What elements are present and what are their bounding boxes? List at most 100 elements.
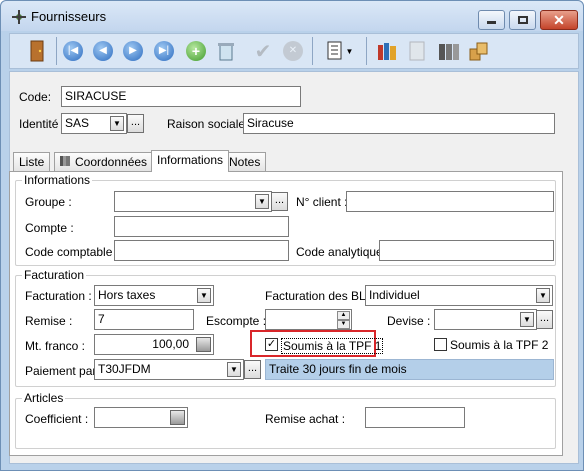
validate-button[interactable]: ✔ xyxy=(250,38,276,64)
chevron-down-icon[interactable]: ▼ xyxy=(536,288,550,303)
maximize-button[interactable] xyxy=(509,10,536,30)
identite-value: SAS xyxy=(65,116,90,130)
tab-label: Liste xyxy=(19,155,45,169)
toolbar: |◀ ◀ ▶ ▶| + ✔ ✕ ▼ xyxy=(9,33,579,69)
code-comptable-label: Code comptable : xyxy=(25,245,120,259)
app-icon xyxy=(12,10,26,24)
chevron-down-icon[interactable]: ▼ xyxy=(227,362,241,377)
remise-achat-field[interactable] xyxy=(365,407,465,428)
window: Fournisseurs ✕ |◀ ◀ ▶ ▶| + ✔ ✕ ▼ Code: S… xyxy=(0,0,584,471)
escompte-label: Escompte : xyxy=(206,314,267,328)
door-icon xyxy=(30,40,44,62)
spin-up-icon[interactable]: ▲ xyxy=(337,311,350,320)
facturation-group-label: Facturation xyxy=(22,268,87,282)
groupe-select[interactable]: ▼ xyxy=(114,191,272,212)
tpf1-checkbox[interactable]: ✓ xyxy=(265,338,278,351)
compte-label: Compte : xyxy=(25,221,74,235)
articles-group-label: Articles xyxy=(22,391,66,405)
code-label: Code: xyxy=(19,90,52,104)
folders-button[interactable] xyxy=(436,38,462,64)
tab-label: Coordonnées xyxy=(75,155,148,169)
tab-liste[interactable]: Liste xyxy=(13,152,51,171)
code-field[interactable]: SIRACUSE xyxy=(61,86,301,107)
books-button[interactable] xyxy=(374,38,400,64)
facturation-bl-select[interactable]: Individuel ▼ xyxy=(365,285,553,306)
facturation-bl-value: Individuel xyxy=(369,288,420,302)
folders-icon xyxy=(439,44,459,60)
identite-label: Identité : xyxy=(19,117,66,131)
nclient-field[interactable] xyxy=(346,191,554,212)
boxes-button[interactable] xyxy=(466,38,492,64)
document-button[interactable] xyxy=(404,38,430,64)
maximize-icon xyxy=(517,16,528,24)
title-bar: Fournisseurs ✕ xyxy=(1,1,583,31)
calculator-icon[interactable] xyxy=(170,410,185,425)
calculator-icon[interactable] xyxy=(196,337,211,352)
raison-sociale-label: Raison sociale : xyxy=(167,117,252,131)
minimize-icon xyxy=(487,21,496,24)
tab-label: Informations xyxy=(157,153,224,167)
devise-lookup-button[interactable]: ... xyxy=(536,310,553,329)
groupe-label: Groupe : xyxy=(25,195,72,209)
paiement-label: Paiement par : xyxy=(25,364,104,378)
facturation-select[interactable]: Hors taxes ▼ xyxy=(94,285,214,306)
facturation-value: Hors taxes xyxy=(98,288,156,302)
add-record-button[interactable]: + xyxy=(183,38,209,64)
cancel-button[interactable]: ✕ xyxy=(280,38,306,64)
mt-franco-value: 100,00 xyxy=(152,337,189,351)
code-analytique-field[interactable] xyxy=(379,240,554,261)
compte-field[interactable] xyxy=(114,216,289,237)
first-record-button[interactable]: |◀ xyxy=(60,38,86,64)
delete-record-button[interactable] xyxy=(213,38,239,64)
mt-franco-field[interactable]: 100,00 xyxy=(94,334,214,355)
chevron-down-icon[interactable]: ▼ xyxy=(520,312,534,327)
boxes-icon xyxy=(469,42,488,61)
coefficient-field[interactable] xyxy=(94,407,188,428)
tab-label: Notes xyxy=(229,155,261,169)
last-icon: ▶| xyxy=(154,41,174,61)
minimize-button[interactable] xyxy=(478,10,505,30)
spin-down-icon[interactable]: ▼ xyxy=(337,320,350,329)
document-icon xyxy=(409,41,425,61)
nclient-label: N° client : xyxy=(296,195,348,209)
paiement-select[interactable]: T30JFDM ▼ xyxy=(94,359,244,380)
tab-notes[interactable]: Notes xyxy=(223,152,267,171)
tab-coordonnees[interactable]: Coordonnées xyxy=(54,152,154,171)
chevron-down-icon[interactable]: ▼ xyxy=(255,194,269,209)
report-menu-button[interactable]: ▼ xyxy=(320,38,360,64)
checkmark-icon: ✔ xyxy=(254,40,272,63)
raison-sociale-field[interactable]: Siracuse xyxy=(243,113,555,134)
chevron-down-icon[interactable]: ▼ xyxy=(110,116,124,131)
window-title: Fournisseurs xyxy=(31,9,107,24)
groupe-lookup-button[interactable]: ... xyxy=(271,192,288,211)
books-icon xyxy=(60,156,70,166)
paiement-description: Traite 30 jours fin de mois xyxy=(265,359,554,380)
coefficient-label: Coefficient : xyxy=(25,412,89,426)
previous-icon: ◀ xyxy=(93,41,113,61)
escompte-field[interactable]: ▲ ▼ xyxy=(265,309,352,330)
paiement-lookup-button[interactable]: ... xyxy=(244,360,261,379)
devise-select[interactable]: ▼ xyxy=(434,309,537,330)
last-record-button[interactable]: ▶| xyxy=(151,38,177,64)
identite-select[interactable]: SAS ▼ xyxy=(61,113,127,134)
mt-franco-label: Mt. franco : xyxy=(25,339,86,353)
next-record-button[interactable]: ▶ xyxy=(120,38,146,64)
code-comptable-field[interactable] xyxy=(114,240,289,261)
trash-icon xyxy=(218,43,234,61)
close-button[interactable]: ✕ xyxy=(540,10,578,30)
chevron-down-icon: ▼ xyxy=(345,46,354,56)
check-icon: ✓ xyxy=(266,338,277,350)
chevron-down-icon[interactable]: ▼ xyxy=(197,288,211,303)
tpf2-label[interactable]: Soumis à la TPF 2 xyxy=(450,338,548,352)
books-icon xyxy=(378,43,396,60)
tab-informations[interactable]: Informations xyxy=(151,150,230,172)
exit-button[interactable] xyxy=(24,38,50,64)
tpf2-checkbox[interactable] xyxy=(434,338,447,351)
previous-record-button[interactable]: ◀ xyxy=(90,38,116,64)
remise-field[interactable]: 7 xyxy=(94,309,194,330)
report-icon xyxy=(327,41,342,60)
identite-lookup-button[interactable]: ... xyxy=(127,114,144,133)
close-icon: ✕ xyxy=(553,12,565,28)
remise-label: Remise : xyxy=(25,314,73,328)
tpf1-label[interactable]: Soumis à la TPF 1 xyxy=(281,338,384,354)
